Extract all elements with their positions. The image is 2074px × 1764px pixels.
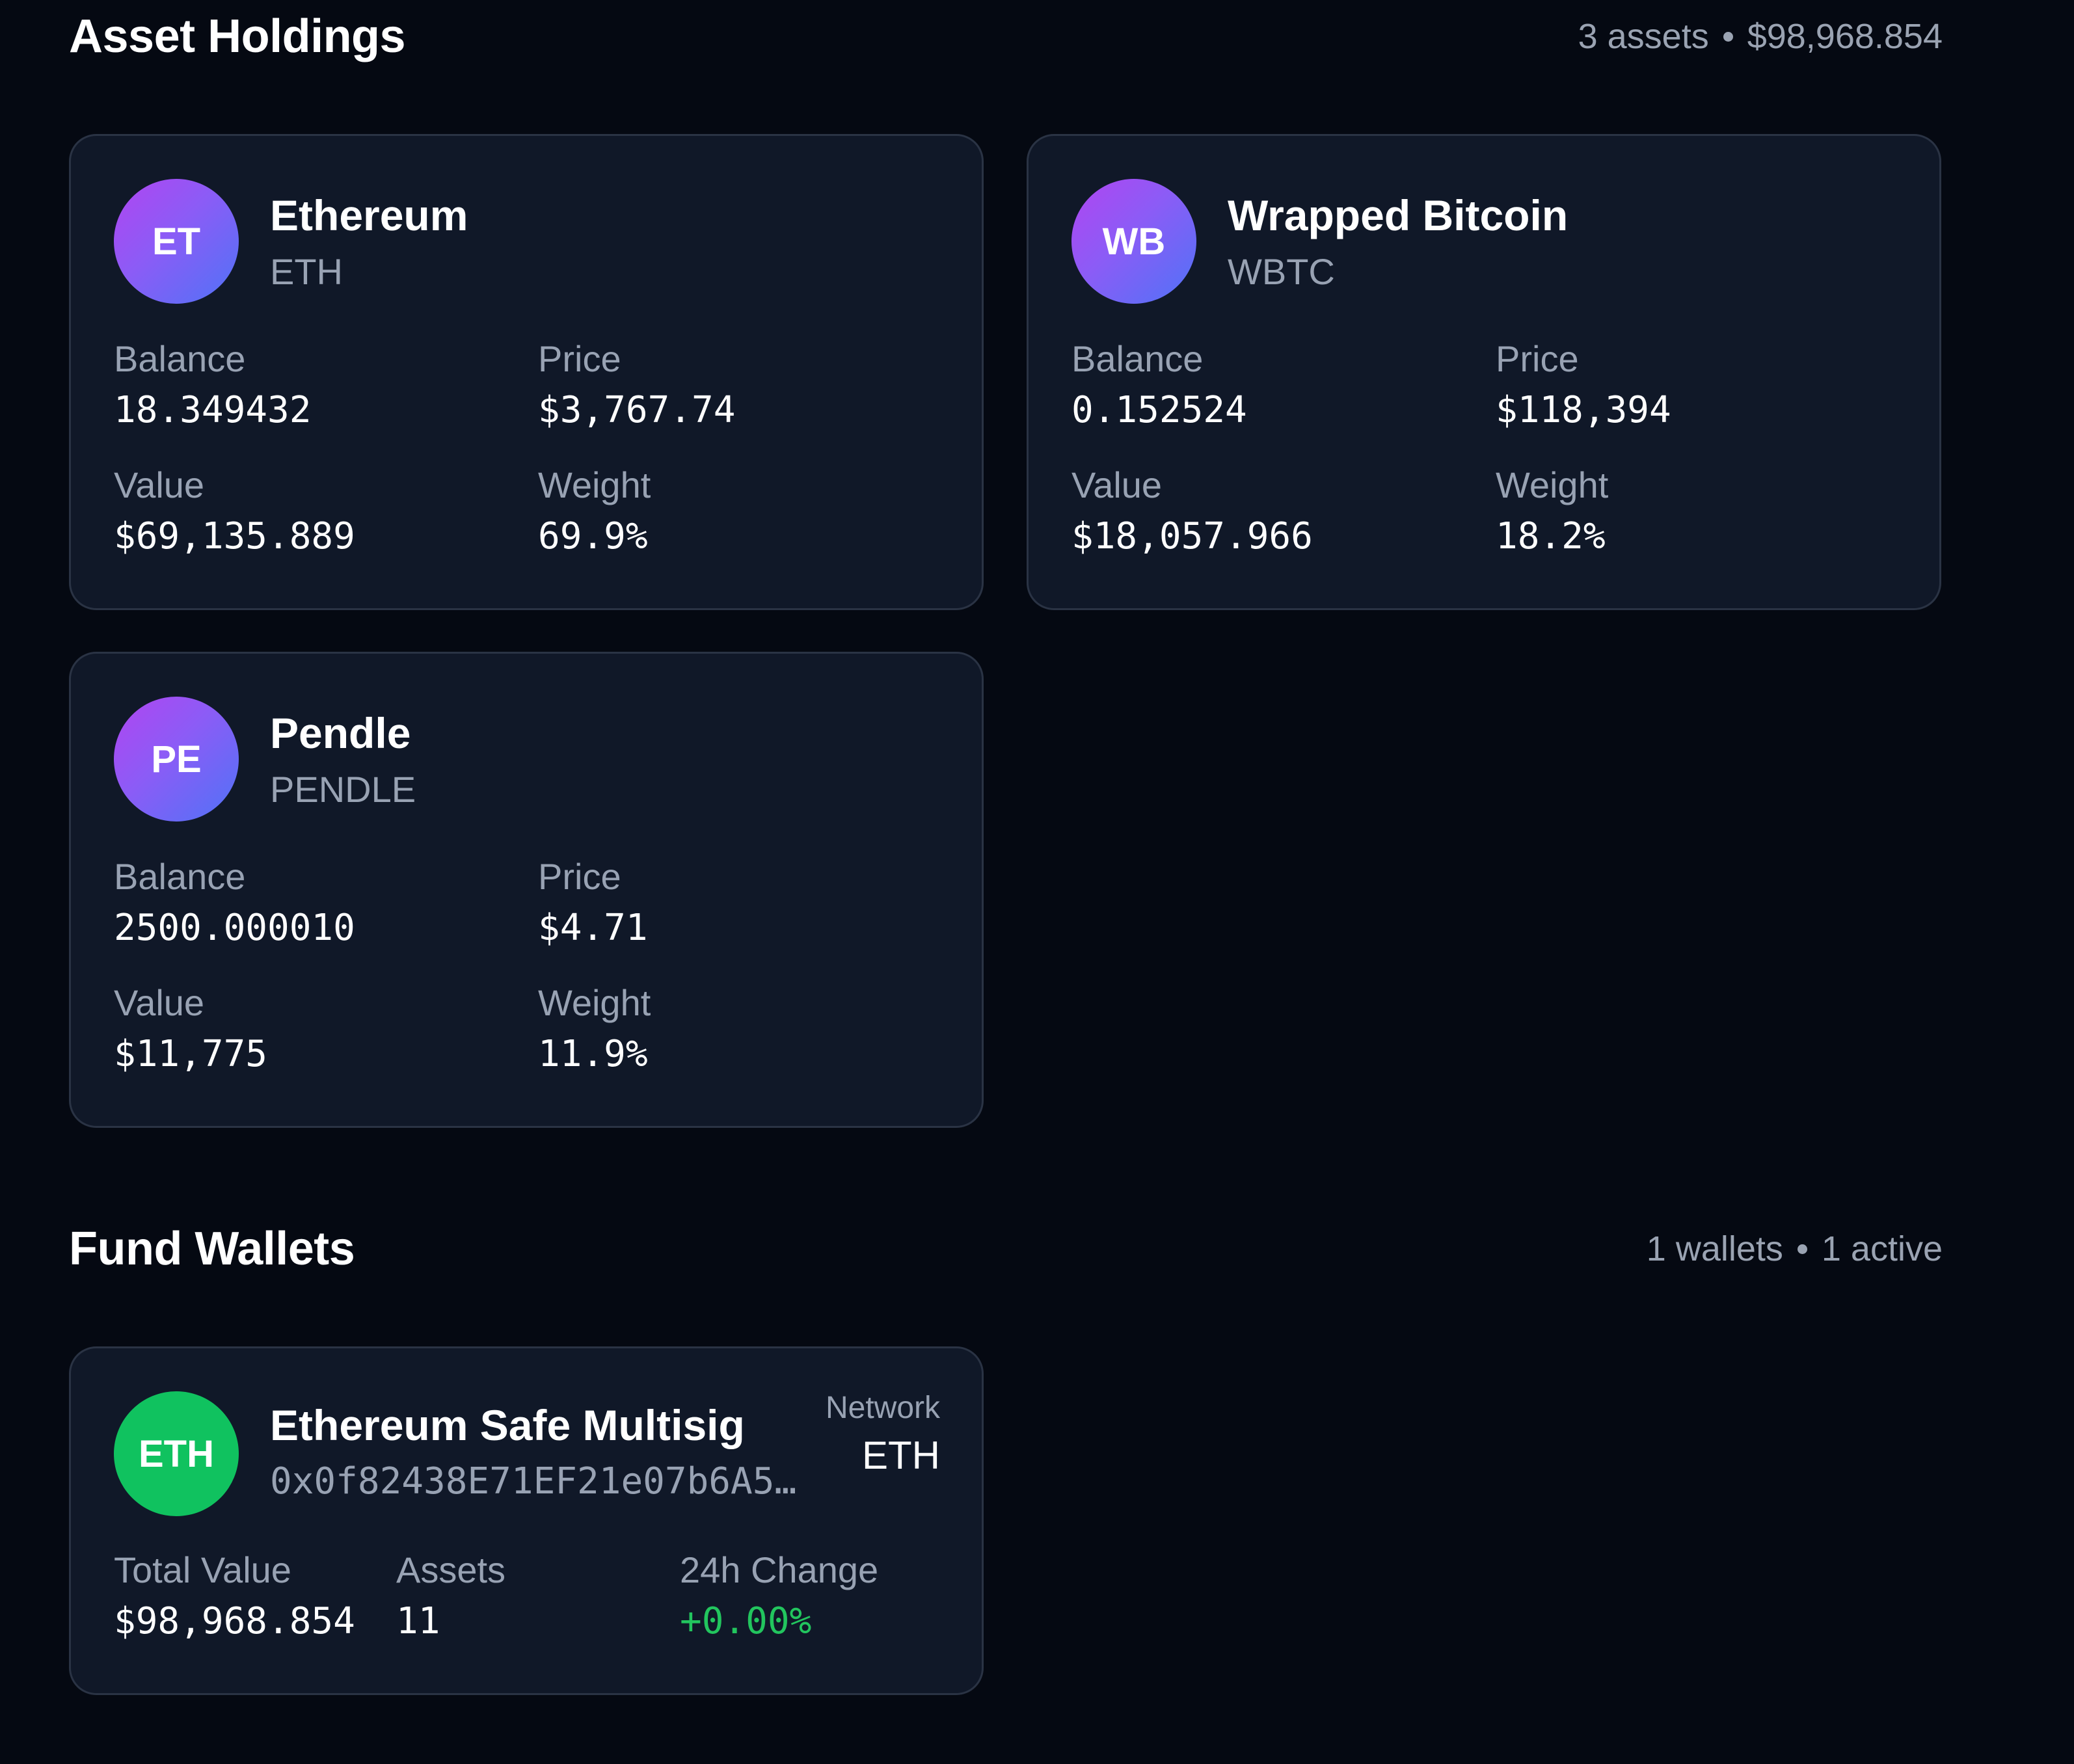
weight-stat: Weight 18.2%	[1496, 464, 1608, 557]
asset-symbol: PENDLE	[270, 769, 416, 810]
value-stat: Value $11,775	[114, 982, 267, 1075]
asset-holdings-header: Asset Holdings 3 assets $98,968.854	[69, 9, 1943, 64]
separator-dot	[1723, 31, 1733, 42]
balance-stat: Balance 0.152524	[1071, 338, 1247, 431]
change-label: 24h Change	[680, 1549, 879, 1590]
assets-count: 11	[396, 1600, 440, 1642]
fund-wallets-header: Fund Wallets 1 wallets 1 active	[69, 1222, 1943, 1276]
value-stat: Value $18,057.966	[1071, 464, 1313, 557]
weight-stat: Weight 11.9%	[538, 982, 651, 1075]
asset-holdings-summary: 3 assets $98,968.854	[1578, 16, 1943, 57]
balance-label: Balance	[1071, 338, 1204, 379]
active-count: 1 active	[1821, 1229, 1943, 1268]
weight-value: 69.9%	[538, 515, 648, 557]
asset-card-ethereum[interactable]: ET Ethereum ETH Balance 18.349432 Price …	[69, 134, 984, 610]
balance-stat: Balance 18.349432	[114, 338, 311, 431]
asset-card-pendle[interactable]: PE Pendle PENDLE Balance 2500.000010 Pri…	[69, 652, 984, 1128]
asset-avatar: ET	[114, 179, 239, 304]
value-label: Value	[1071, 464, 1163, 505]
portfolio-page: Asset Holdings 3 assets $98,968.854 ET E…	[0, 0, 2074, 1764]
weight-value: 18.2%	[1496, 515, 1606, 557]
asset-holdings-title: Asset Holdings	[69, 10, 406, 62]
balance-value: 18.349432	[114, 389, 312, 431]
network-value: ETH	[862, 1434, 940, 1477]
asset-name: Ethereum	[270, 191, 468, 239]
asset-initials: WB	[1102, 220, 1166, 263]
price-stat: Price $118,394	[1496, 338, 1671, 431]
change-stat: 24h Change +0.00%	[680, 1549, 878, 1642]
asset-avatar: WB	[1071, 179, 1196, 304]
price-stat: Price $3,767.74	[538, 338, 735, 431]
balance-value: 0.152524	[1071, 389, 1247, 431]
balance-label: Balance	[114, 856, 246, 897]
value-stat: Value $69,135.889	[114, 464, 355, 557]
wallet-name: Ethereum Safe Multisig	[270, 1401, 745, 1449]
holdings-total: $98,968.854	[1747, 17, 1943, 56]
wallet-count: 1 wallets	[1646, 1229, 1783, 1268]
total-value-stat: Total Value $98,968.854	[114, 1549, 355, 1642]
balance-label: Balance	[114, 338, 246, 379]
value-amount: $11,775	[114, 1033, 268, 1075]
price-label: Price	[1496, 338, 1579, 379]
wallet-network-badge: ETH	[114, 1391, 239, 1516]
total-value-amount: $98,968.854	[114, 1600, 355, 1642]
total-value-label: Total Value	[114, 1549, 291, 1590]
weight-stat: Weight 69.9%	[538, 464, 651, 557]
asset-count: 3 assets	[1578, 17, 1709, 56]
balance-value: 2500.000010	[114, 907, 355, 949]
asset-initials: PE	[151, 738, 202, 781]
wallet-badge-text: ETH	[139, 1432, 214, 1475]
separator-dot	[1797, 1244, 1807, 1254]
value-amount: $69,135.889	[114, 515, 355, 557]
price-value: $118,394	[1496, 389, 1671, 431]
asset-name: Wrapped Bitcoin	[1228, 191, 1569, 239]
assets-stat: Assets 11	[396, 1549, 505, 1642]
price-value: $3,767.74	[538, 389, 736, 431]
asset-symbol: ETH	[270, 251, 343, 292]
asset-card-wrapped-bitcoin[interactable]: WB Wrapped Bitcoin WBTC Balance 0.152524…	[1027, 134, 1941, 610]
fund-wallets-title: Fund Wallets	[69, 1223, 355, 1275]
value-amount: $18,057.966	[1071, 515, 1313, 557]
change-value: +0.00%	[680, 1600, 812, 1642]
wallet-card-ethereum-safe-multisig[interactable]: ETH Ethereum Safe Multisig 0x0f82438E71E…	[69, 1346, 984, 1695]
weight-value: 11.9%	[538, 1033, 648, 1075]
asset-initials: ET	[152, 220, 201, 263]
value-label: Value	[114, 464, 205, 505]
fund-wallets-summary: 1 wallets 1 active	[1647, 1229, 1943, 1269]
weight-label: Weight	[538, 464, 651, 505]
asset-avatar: PE	[114, 697, 239, 822]
asset-symbol: WBTC	[1228, 251, 1335, 292]
assets-label: Assets	[396, 1549, 506, 1590]
asset-name: Pendle	[270, 709, 411, 757]
price-value: $4.71	[538, 907, 648, 949]
price-stat: Price $4.71	[538, 855, 648, 949]
weight-label: Weight	[538, 982, 651, 1023]
wallet-address[interactable]: 0x0f82438E71EF21e07b6A5…	[270, 1460, 796, 1503]
balance-stat: Balance 2500.000010	[114, 855, 355, 949]
price-label: Price	[538, 856, 621, 897]
value-label: Value	[114, 982, 205, 1023]
weight-label: Weight	[1496, 464, 1609, 505]
network-label: Network	[825, 1391, 940, 1425]
price-label: Price	[538, 338, 621, 379]
